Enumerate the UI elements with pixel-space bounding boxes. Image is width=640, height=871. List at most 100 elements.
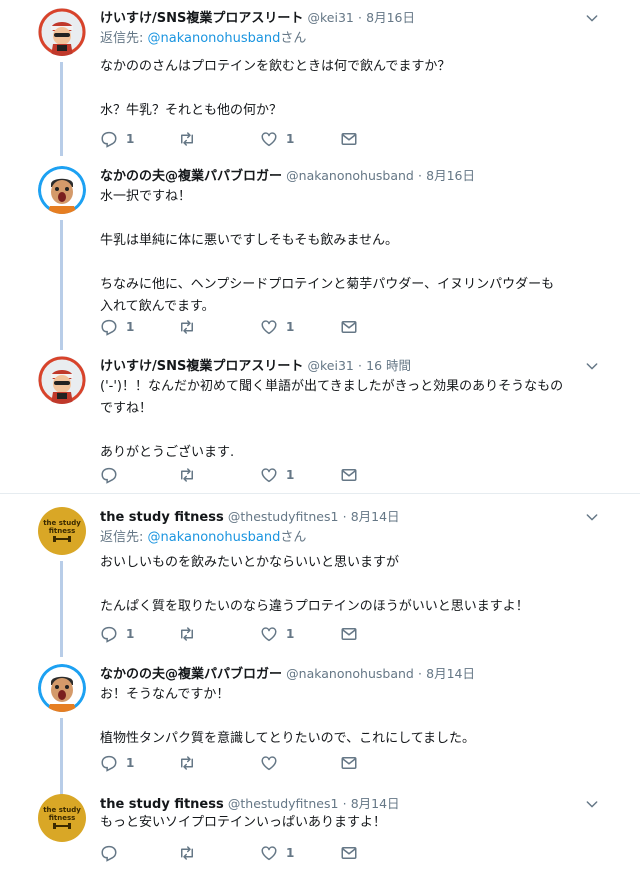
separator-dot: · [418,666,422,681]
reply-suffix: さん [280,530,307,545]
reply-prefix: 返信先: [100,530,148,545]
tweet-line: なかののさんはプロテインを飲むときは何で飲んでますか？ [100,59,451,74]
tweet-line [100,574,590,596]
author-name[interactable]: the study fitness [100,510,224,525]
author-handle[interactable]: @nakanonohusband [286,666,414,681]
tweet-header: なかのの夫@複業パパブロガー @nakanonohusband · 8月14日 [100,664,590,684]
author-name[interactable]: けいすけ/SNS複業プロアスリート [100,11,303,26]
separator-dot: · [342,509,347,524]
tweet-line: ですね！ [100,401,153,416]
reply-count: 1 [126,756,135,770]
retweet-icon [178,130,196,148]
tweet-line: 入れて飲んでます。 [100,299,215,314]
reply-context: 返信先: @nakanonohusbandさん [100,528,306,548]
reply-mention-link[interactable]: @nakanonohusband [148,31,281,46]
envelope-icon [340,466,358,484]
reply-button[interactable] [100,842,126,864]
separator-dot: · [358,358,362,373]
retweet-button[interactable] [178,752,204,774]
author-name[interactable]: なかのの夫@複業パパブロガー [100,667,282,682]
reply-mention-link[interactable]: @nakanonohusband [148,530,281,545]
author-name[interactable]: なかのの夫@複業パパブロガー [100,169,282,184]
author-handle[interactable]: @kei31 [308,358,354,373]
separator-dot: · [358,10,362,25]
direct-message-button[interactable] [340,842,358,864]
author-handle[interactable]: @kei31 [308,10,354,25]
like-button[interactable]: 1 [260,464,294,486]
tweet-actions: 1 [100,752,380,774]
retweet-button[interactable] [178,464,204,486]
author-name[interactable]: けいすけ/SNS複業プロアスリート [100,359,303,374]
logo-text: the study [43,519,81,527]
retweet-button[interactable] [178,128,204,150]
timestamp[interactable]: 8月14日 [426,666,475,681]
envelope-icon [340,318,358,336]
direct-message-button[interactable] [340,464,358,486]
direct-message-button[interactable] [340,623,358,645]
timestamp[interactable]: 8月16日 [366,10,415,25]
tweet-line: ('-')！！なんだか初めて聞く単語が出てきましたがきっと効果のありそうなもの [100,379,564,394]
retweet-icon [178,844,196,862]
tweet-line: お！そうなんですか！ [100,687,230,702]
tweet-line [100,420,590,442]
avatar[interactable]: the study fitness [38,794,86,842]
tweet-text: もっと安いソイプロテインいっぱいありますよ！ [100,812,590,834]
direct-message-button[interactable] [340,752,358,774]
chevron-down-icon[interactable] [584,509,600,525]
tweet-text: おいしいものを飲みたいとかならいいと思いますが たんぱく質を取りたいのなら違うプ… [100,552,590,618]
heart-icon [260,625,278,643]
separator-dot: · [418,168,422,183]
chevron-down-icon[interactable] [584,796,600,812]
reply-button[interactable]: 1 [100,752,134,774]
timestamp[interactable]: 16 時間 [366,358,411,373]
envelope-icon [340,754,358,772]
timestamp[interactable]: 8月14日 [351,796,400,811]
tweet-text: 水一択ですね！ 牛乳は単純に体に悪いですしそもそも飲みません。 ちなみに他に、ヘ… [100,186,590,318]
reply-prefix: 返信先: [100,31,148,46]
like-button[interactable]: 1 [260,623,294,645]
thread-line [60,220,63,350]
reply-icon [100,466,118,484]
dumbbell-icon [53,536,71,542]
like-button[interactable]: 1 [260,128,294,150]
tweet-line: 水一択ですね！ [100,189,192,204]
reply-count: 1 [126,627,135,641]
timestamp[interactable]: 8月14日 [351,509,400,524]
reply-icon [100,844,118,862]
direct-message-button[interactable] [340,316,358,338]
timestamp[interactable]: 8月16日 [426,168,475,183]
avatar[interactable]: the study fitness [38,507,86,555]
author-handle[interactable]: @thestudyfitnes1 [228,796,339,811]
tweet-line: 植物性タンパク質を意識してとりたいので、これにしてました。 [100,731,476,746]
reply-button[interactable]: 1 [100,316,134,338]
author-name[interactable]: the study fitness [100,797,224,812]
chevron-down-icon[interactable] [584,358,600,374]
tweet-text: お！そうなんですか！ 植物性タンパク質を意識してとりたいので、これにしてました。 [100,684,590,750]
thread-line [60,561,63,657]
reply-button[interactable]: 1 [100,128,134,150]
retweet-button[interactable] [178,623,204,645]
author-handle[interactable]: @nakanonohusband [286,168,414,183]
tweet-actions: 1 [100,464,380,486]
like-count: 1 [286,468,295,482]
chevron-down-icon[interactable] [584,10,600,26]
avatar[interactable] [38,8,86,56]
avatar[interactable] [38,356,86,404]
reply-button[interactable] [100,464,126,486]
tweet-line: 牛乳は単純に体に悪いですしそもそも飲みません。 [100,233,398,248]
author-handle[interactable]: @thestudyfitnes1 [228,509,339,524]
tweet-line: もっと安いソイプロテインいっぱいありますよ！ [100,815,387,830]
avatar[interactable] [38,664,86,712]
like-count: 1 [286,132,295,146]
retweet-button[interactable] [178,842,204,864]
retweet-button[interactable] [178,316,204,338]
like-button[interactable]: 1 [260,842,294,864]
tweet-line [100,706,590,728]
avatar[interactable] [38,166,86,214]
like-button[interactable]: 1 [260,316,294,338]
tweet-line: おいしいものを飲みたいとかならいいと思いますが [100,555,400,570]
like-button[interactable] [260,752,286,774]
direct-message-button[interactable] [340,128,358,150]
tweet-actions: 1 1 [100,623,380,645]
reply-button[interactable]: 1 [100,623,134,645]
